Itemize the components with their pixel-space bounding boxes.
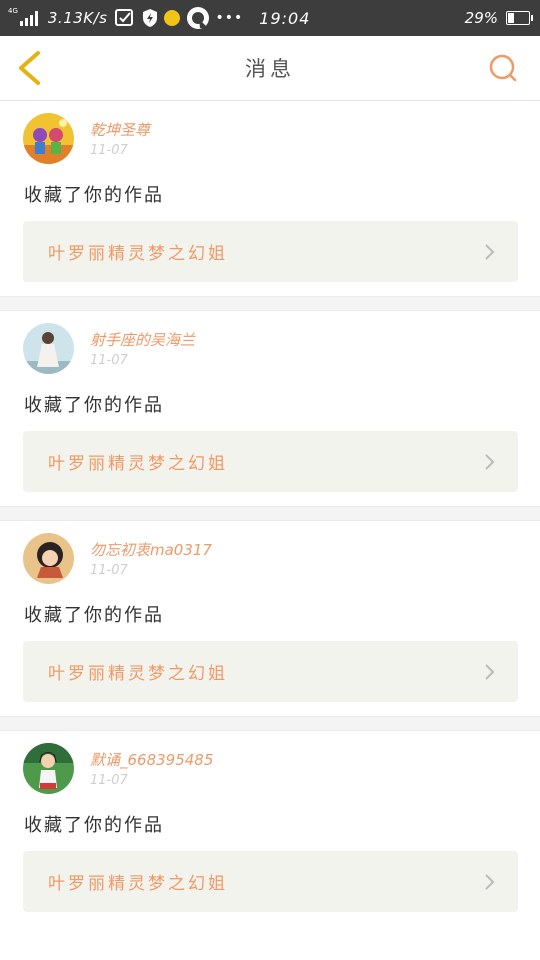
avatar[interactable] xyxy=(23,113,74,164)
username[interactable]: 乾坤圣尊 xyxy=(90,119,150,140)
work-title: 叶罗丽精灵梦之幻姐 xyxy=(48,874,228,894)
battery-level xyxy=(508,13,515,23)
message-date: 11-07 xyxy=(90,563,128,578)
work-title: 叶罗丽精灵梦之幻姐 xyxy=(48,454,228,474)
shield-icon xyxy=(142,8,158,28)
clock: 19:04 xyxy=(259,8,311,28)
network-type: 4G xyxy=(8,6,18,15)
work-title: 叶罗丽精灵梦之幻姐 xyxy=(48,664,228,684)
chevron-right-icon xyxy=(485,874,495,890)
username[interactable]: 勿忘初衷ma0317 xyxy=(90,539,212,560)
notification-dot-icon xyxy=(163,10,180,26)
message-item: 默诵_668395485 11-07 收藏了你的作品 叶罗丽精灵梦之幻姐 xyxy=(0,731,540,926)
message-date: 11-07 xyxy=(90,773,128,788)
vpn-shield-icon xyxy=(114,8,136,28)
status-bar: 4G 3.13K/s ••• 19:04 29% xyxy=(0,0,540,36)
action-text: 收藏了你的作品 xyxy=(24,395,164,416)
app-logo-icon xyxy=(186,6,210,30)
battery-icon xyxy=(506,11,533,25)
chevron-right-icon xyxy=(485,244,495,260)
action-text: 收藏了你的作品 xyxy=(24,185,164,206)
divider xyxy=(0,716,540,731)
action-text: 收藏了你的作品 xyxy=(24,605,164,626)
work-card[interactable]: 叶罗丽精灵梦之幻姐 xyxy=(23,851,518,912)
message-date: 11-07 xyxy=(90,353,128,368)
search-button[interactable] xyxy=(488,53,520,85)
work-card[interactable]: 叶罗丽精灵梦之幻姐 xyxy=(23,431,518,492)
nav-header: 消息 xyxy=(0,36,540,101)
message-item: 射手座的吴海兰 11-07 收藏了你的作品 叶罗丽精灵梦之幻姐 xyxy=(0,311,540,506)
username[interactable]: 默诵_668395485 xyxy=(90,749,213,770)
work-title: 叶罗丽精灵梦之幻姐 xyxy=(48,244,228,264)
more-notifications-icon: ••• xyxy=(215,10,244,26)
signal-icon xyxy=(19,10,38,26)
avatar[interactable] xyxy=(23,323,74,374)
message-item: 勿忘初衷ma0317 11-07 收藏了你的作品 叶罗丽精灵梦之幻姐 xyxy=(0,521,540,716)
avatar[interactable] xyxy=(23,533,74,584)
chevron-left-icon xyxy=(19,51,40,85)
message-date: 11-07 xyxy=(90,143,128,158)
battery-percent: 29% xyxy=(464,9,498,27)
chevron-right-icon xyxy=(485,664,495,680)
work-card[interactable]: 叶罗丽精灵梦之幻姐 xyxy=(23,641,518,702)
chevron-right-icon xyxy=(485,454,495,470)
avatar[interactable] xyxy=(23,743,74,794)
action-text: 收藏了你的作品 xyxy=(24,815,164,836)
message-list: 乾坤圣尊 11-07 收藏了你的作品 叶罗丽精灵梦之幻姐 射手座的吴海兰 11-… xyxy=(0,101,540,926)
network-speed: 3.13K/s xyxy=(47,9,108,27)
username[interactable]: 射手座的吴海兰 xyxy=(90,329,195,350)
work-card[interactable]: 叶罗丽精灵梦之幻姐 xyxy=(23,221,518,282)
back-button[interactable] xyxy=(12,50,46,86)
divider xyxy=(0,296,540,311)
message-item: 乾坤圣尊 11-07 收藏了你的作品 叶罗丽精灵梦之幻姐 xyxy=(0,101,540,296)
divider xyxy=(0,506,540,521)
page-title: 消息 xyxy=(245,57,295,81)
search-icon xyxy=(489,54,517,82)
